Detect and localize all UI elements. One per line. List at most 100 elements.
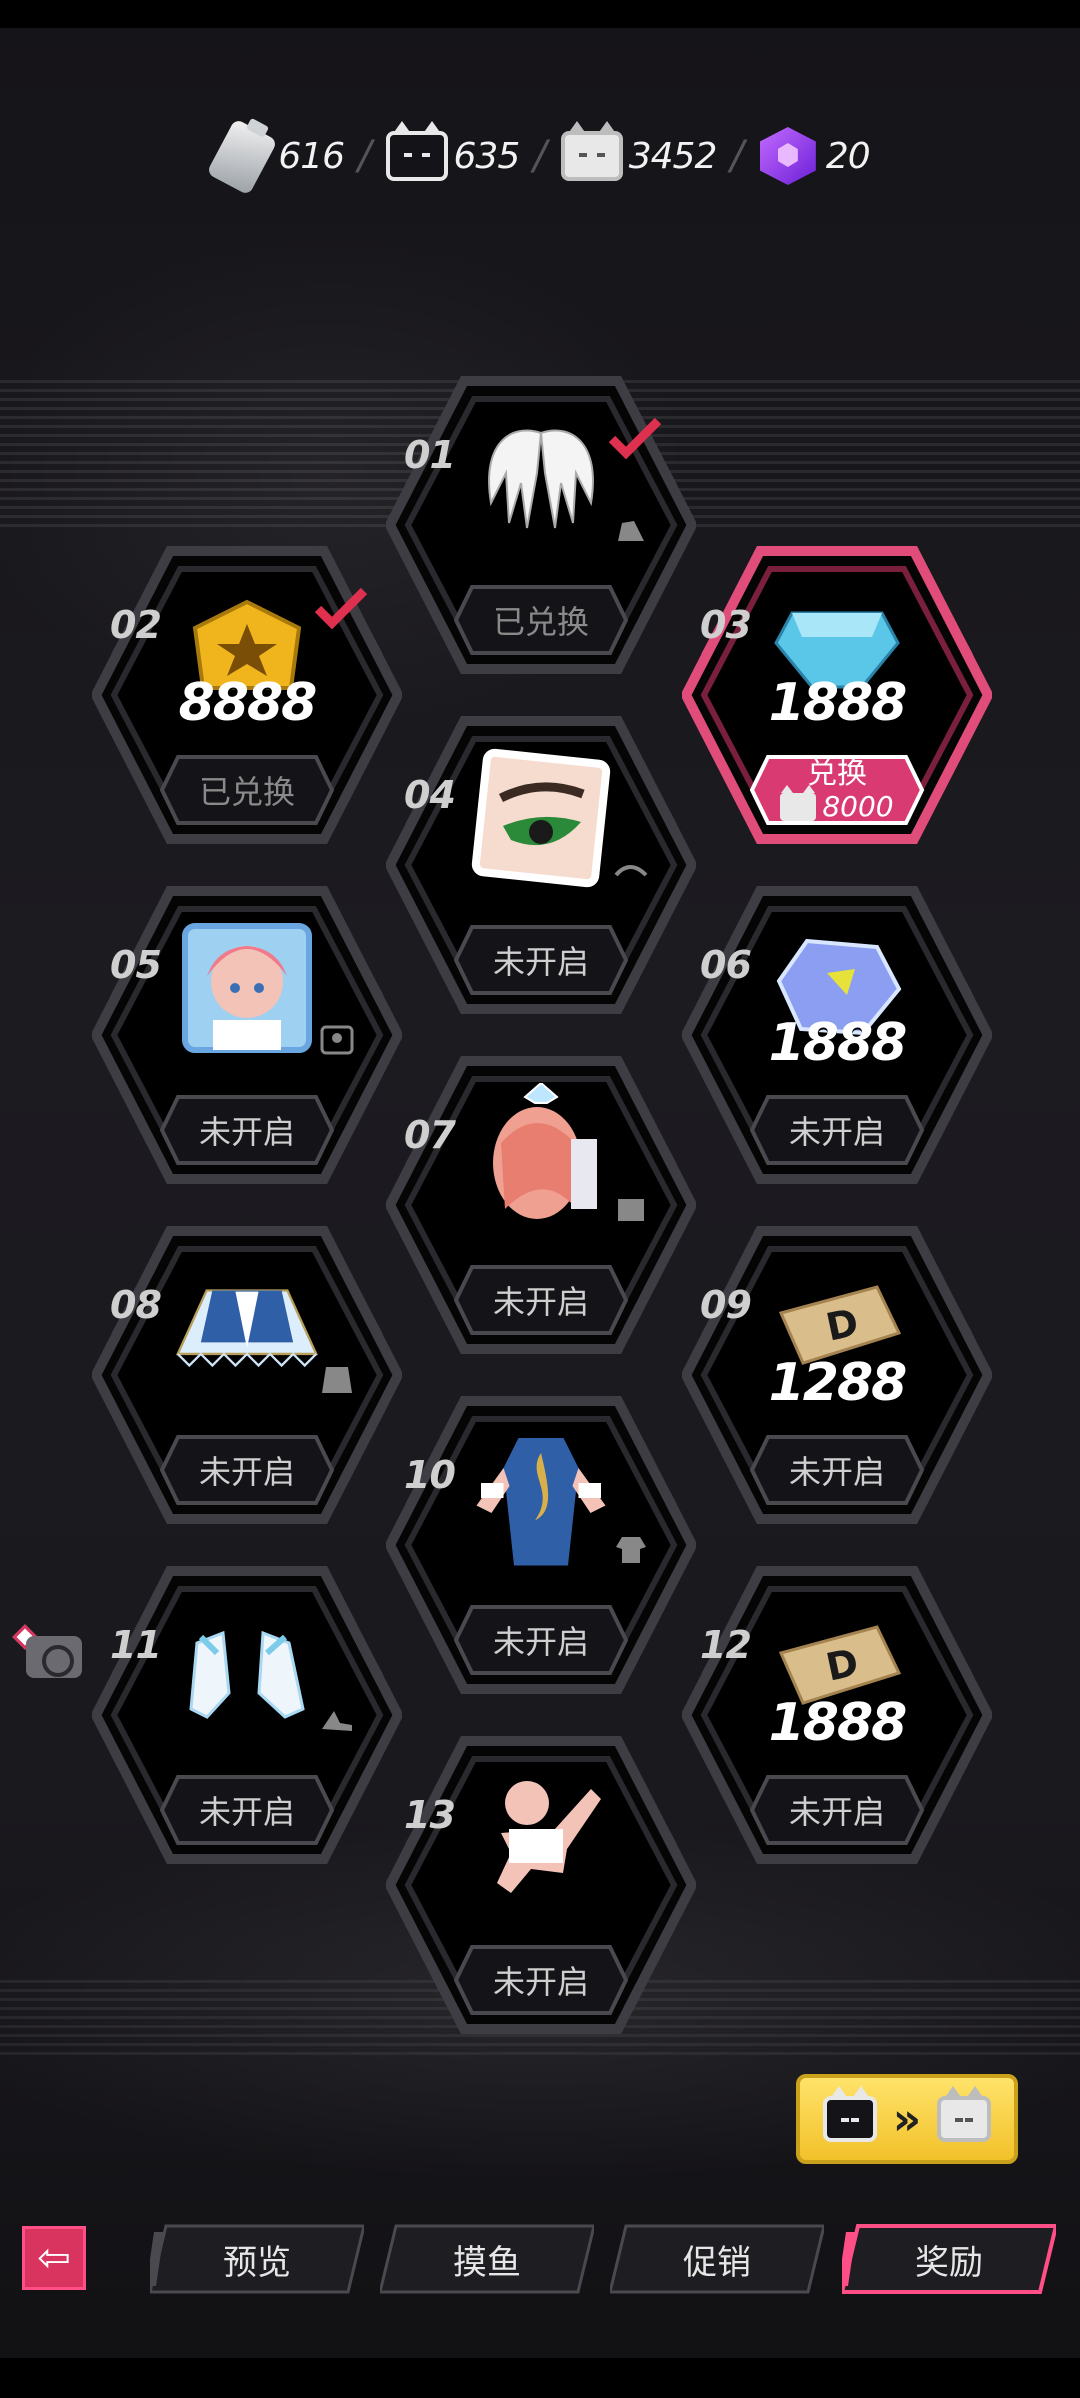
locked-status: 未开启 — [748, 1773, 926, 1847]
currency-bar: 616 / 635 / 3452 / 20 — [0, 110, 1080, 202]
reward-amount: 1888 — [768, 1693, 908, 1753]
locked-status: 未开启 — [452, 1263, 630, 1337]
reward-number: 06 — [700, 943, 752, 987]
pose-action-icon — [466, 1763, 616, 1913]
reward-tile-12[interactable]: 12 D 1888 未开启 — [682, 1565, 992, 1865]
status-label: 未开启 — [198, 1113, 295, 1151]
reward-number: 13 — [404, 1793, 456, 1837]
status-label: 已兑换 — [198, 773, 295, 811]
tab-label: 奖励 — [915, 2242, 983, 2283]
purple-cube-icon — [758, 127, 820, 185]
category-icon — [614, 855, 648, 885]
currency-value: 20 — [825, 135, 871, 177]
status-label: 未开启 — [788, 1113, 885, 1151]
white-cat-token-icon — [560, 121, 623, 181]
reward-number: 07 — [404, 1113, 456, 1157]
reward-number: 02 — [110, 603, 162, 647]
tab-preview[interactable]: 预览 — [150, 2222, 364, 2296]
reward-tile-02[interactable]: 02 8888 已兑换 — [92, 545, 402, 845]
convert-token-button[interactable]: » — [796, 2074, 1018, 2164]
blue-skirt-icon — [172, 1253, 322, 1403]
status-label: 未开启 — [788, 1453, 885, 1491]
reward-tile-06[interactable]: 06 1888 未开启 — [682, 885, 992, 1185]
currency-value: 3452 — [628, 135, 718, 177]
category-icon — [320, 1705, 354, 1735]
reward-tile-04[interactable]: 04 未开启 — [386, 715, 696, 1015]
reward-tile-10[interactable]: 10 未开启 — [386, 1395, 696, 1695]
category-icon — [320, 1365, 354, 1395]
currency-value: 635 — [453, 135, 521, 177]
currency-white-cat: 3452 — [560, 121, 718, 181]
reward-number: 04 — [404, 773, 456, 817]
nav-bar — [0, 2358, 1080, 2398]
tab-label: 促销 — [683, 2242, 751, 2283]
locked-status: 未开启 — [158, 1773, 336, 1847]
status-label: 未开启 — [492, 943, 589, 981]
reward-number: 10 — [404, 1453, 456, 1497]
convert-arrow: » — [892, 2093, 922, 2145]
eye-makeup-icon — [466, 743, 616, 893]
redeemed-status: 已兑换 — [452, 583, 630, 657]
currency-cube: 20 — [758, 127, 871, 185]
avatar-portrait-icon — [172, 913, 322, 1063]
white-wings-icon — [466, 403, 616, 553]
locked-status: 未开启 — [158, 1433, 336, 1507]
currency-value: 616 — [278, 135, 345, 177]
redeem-button[interactable]: 兑换 8000 — [748, 753, 926, 827]
status-label: 未开启 — [492, 1623, 589, 1661]
separator: / — [358, 133, 372, 179]
locked-status: 未开启 — [452, 1943, 630, 2017]
status-bar — [0, 0, 1080, 28]
reward-amount: 1888 — [768, 673, 908, 733]
currency-milk: 616 — [206, 118, 345, 196]
reward-tile-05[interactable]: 05 未开启 — [92, 885, 402, 1185]
locked-status: 未开启 — [452, 923, 630, 997]
locked-status: 未开启 — [452, 1603, 630, 1677]
status-label: 未开启 — [492, 1283, 589, 1321]
black-cat-token-icon — [385, 121, 448, 181]
white-cat-token-icon — [937, 2086, 992, 2142]
tab-promotion[interactable]: 促销 — [610, 2222, 824, 2296]
white-cat-token-icon — [780, 785, 817, 821]
reward-amount: 8888 — [178, 673, 318, 733]
pink-hair-icon — [466, 1083, 616, 1233]
white-shoes-icon — [172, 1593, 322, 1743]
status-label: 未开启 — [198, 1793, 295, 1831]
black-cat-token-icon — [822, 2086, 877, 2142]
tab-label: 预览 — [223, 2242, 291, 2283]
reward-tile-13[interactable]: 13 未开启 — [386, 1735, 696, 2035]
tab-rewards[interactable]: 奖励 — [842, 2222, 1056, 2296]
separator: / — [533, 133, 547, 179]
milk-bottle-icon — [206, 118, 279, 196]
reward-tile-03[interactable]: 03 1888 兑换 8000 — [682, 545, 992, 845]
redeemed-status: 已兑换 — [158, 753, 336, 827]
status-label: 未开启 — [198, 1453, 295, 1491]
camera-icon[interactable] — [26, 1636, 82, 1678]
reward-number: 05 — [110, 943, 162, 987]
status-label: 未开启 — [492, 1963, 589, 2001]
currency-black-cat: 635 — [385, 121, 521, 181]
locked-status: 未开启 — [748, 1433, 926, 1507]
category-icon — [614, 1195, 648, 1225]
reward-tile-01[interactable]: 01 已兑换 — [386, 375, 696, 675]
category-icon — [614, 515, 648, 545]
separator: / — [730, 133, 744, 179]
reward-tile-08[interactable]: 08 未开启 — [92, 1225, 402, 1525]
checkmark-icon — [608, 415, 662, 463]
reward-tile-07[interactable]: 07 未开启 — [386, 1055, 696, 1355]
back-button[interactable]: ⇦ — [22, 2226, 86, 2290]
back-arrow-icon: ⇦ — [37, 2235, 71, 2281]
reward-number: 03 — [700, 603, 752, 647]
reward-number: 08 — [110, 1283, 162, 1327]
cost: 8000 — [780, 785, 894, 823]
tab-slack[interactable]: 摸鱼 — [380, 2222, 594, 2296]
reward-number: 09 — [700, 1283, 752, 1327]
reward-tile-09[interactable]: 09 D 1288 未开启 — [682, 1225, 992, 1525]
status-label: 已兑换 — [492, 603, 589, 641]
cost-value: 8000 — [822, 790, 894, 823]
status-label: 未开启 — [788, 1793, 885, 1831]
tab-label: 摸鱼 — [453, 2242, 521, 2283]
reward-tile-11[interactable]: 11 未开启 — [92, 1565, 402, 1865]
checkmark-icon — [314, 585, 368, 633]
locked-status: 未开启 — [158, 1093, 336, 1167]
